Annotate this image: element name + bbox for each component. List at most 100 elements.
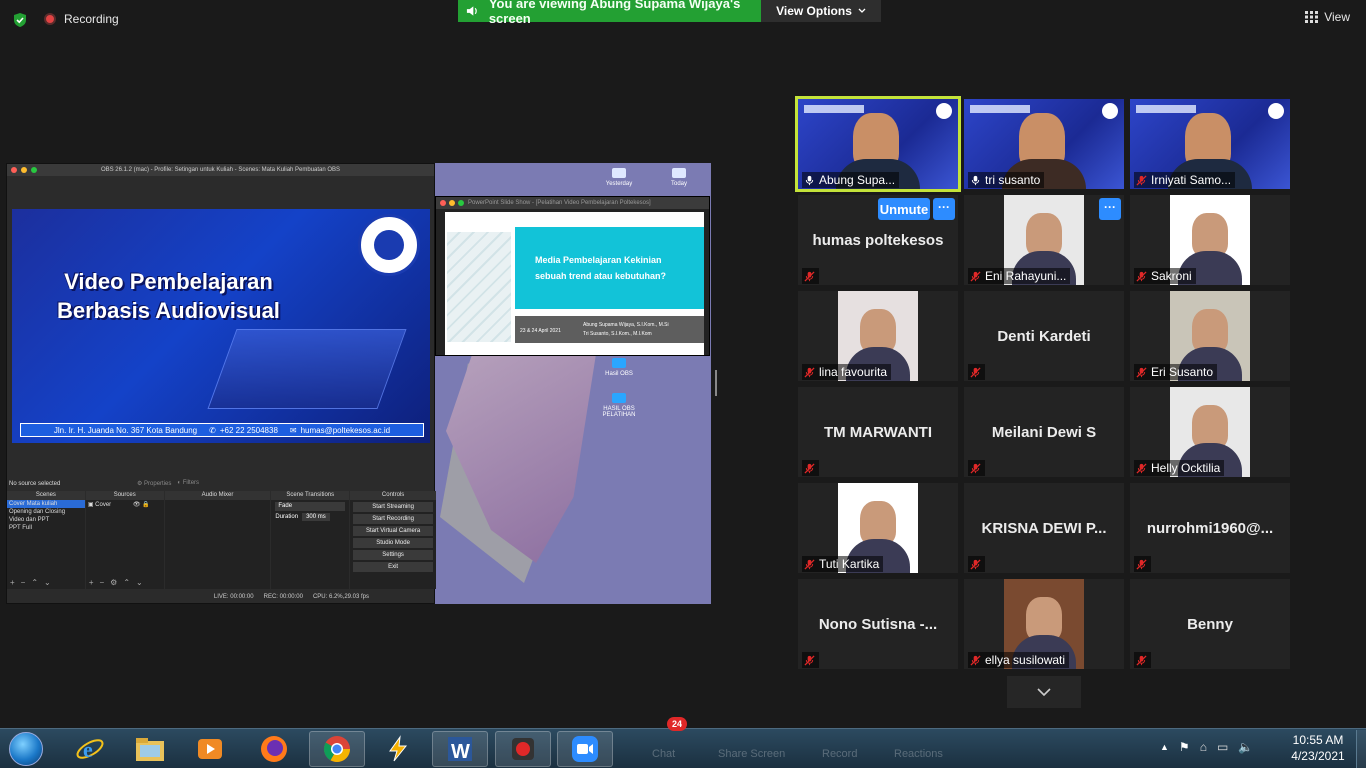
participant-tile[interactable]: ellya susilowati (964, 579, 1124, 669)
action-center-flag-icon[interactable]: ⚑ (1179, 740, 1190, 754)
minimize-icon[interactable] (449, 200, 455, 206)
close-icon[interactable] (11, 167, 17, 173)
scene-item[interactable]: PPT Full (7, 524, 85, 532)
participant-tile[interactable]: Abung Supa... (795, 96, 961, 192)
taskbar-zoom[interactable] (557, 731, 613, 767)
show-hidden-icons-icon[interactable]: ▲ (1160, 742, 1169, 752)
participant-tile[interactable]: Nono Sutisna -... (798, 579, 958, 669)
mail-icon: ✉ (289, 425, 297, 435)
chat-badge: 24 (667, 717, 687, 731)
view-options-label: View Options (776, 4, 852, 18)
taskbar-ie[interactable]: e (62, 731, 118, 767)
properties-button[interactable]: ⚙ Properties (137, 480, 171, 487)
obs-preview[interactable]: Video Pembelajaran Berbasis Audiovisual … (12, 209, 430, 443)
scene-item[interactable]: Cover Mata kuliah (7, 500, 85, 508)
participant-tile[interactable]: Tuti Kartika (798, 483, 958, 573)
folder-icon (612, 393, 626, 403)
controls-dock: Controls Start Streaming Start Recording… (350, 491, 436, 589)
eye-icon[interactable]: 👁 (133, 502, 141, 508)
up-icon[interactable]: ⌃ (31, 578, 38, 587)
desktop-icon-hasil-obs[interactable]: Hasil OBS (594, 358, 644, 377)
source-item[interactable]: ▣ Cover 👁 🔒 (86, 500, 164, 509)
volume-icon[interactable]: 🔈 (1238, 740, 1253, 754)
desktop-icon-today[interactable]: Today (654, 168, 704, 187)
view-options-button[interactable]: View Options (761, 0, 881, 22)
start-recording-button[interactable]: Start Recording (353, 514, 433, 524)
taskbar-word[interactable]: W (432, 731, 488, 767)
duration-input[interactable]: 300 ms (302, 513, 330, 521)
settings-button[interactable]: Settings (353, 550, 433, 560)
audio-mixer-header: Audio Mixer (164, 491, 271, 500)
filters-button[interactable]: ◐ Filters (177, 480, 199, 487)
participant-tile[interactable]: tri susanto (964, 99, 1124, 189)
minimize-icon[interactable] (21, 167, 27, 173)
participant-tile[interactable]: Benny (1130, 579, 1290, 669)
scene-item[interactable]: Opening dan Closing (7, 508, 85, 516)
ppt-title: PowerPoint Slide Show - [Pelatihan Video… (468, 200, 651, 206)
studio-mode-button[interactable]: Studio Mode (353, 538, 433, 548)
start-button[interactable] (6, 730, 46, 768)
scene-item[interactable]: Video dan PPT (7, 516, 85, 524)
participant-tile[interactable]: lina favourita (798, 291, 958, 381)
participant-tile[interactable]: Eri Susanto (1130, 291, 1290, 381)
add-icon[interactable]: + (89, 578, 94, 587)
participant-display-name: nurrohmi1960@... (1146, 519, 1274, 537)
mic-icon (805, 175, 814, 185)
add-icon[interactable]: + (10, 578, 15, 587)
maximize-icon[interactable] (458, 200, 464, 206)
taskbar-explorer[interactable] (122, 731, 178, 767)
more-options-button[interactable]: ··· (1099, 198, 1121, 220)
desktop-icon-hasil-obs-pelatihan[interactable]: HASIL OBS PELATIHAN (594, 393, 644, 418)
clock[interactable]: 10:55 AM 4/23/2021 (1283, 733, 1353, 763)
taskbar-winamp[interactable] (370, 731, 426, 767)
show-desktop-button[interactable] (1356, 730, 1366, 768)
participant-tile[interactable]: TM MARWANTI (798, 387, 958, 477)
security-shield-icon[interactable] (12, 12, 28, 28)
split-divider[interactable] (715, 370, 717, 396)
participant-tile[interactable]: Irniyati Samo... (1130, 99, 1290, 189)
down-icon[interactable]: ⌄ (44, 578, 51, 587)
participant-name-label: Sakroni (1134, 268, 1196, 284)
desktop-icon-yesterday[interactable]: Yesterday (594, 168, 644, 187)
obs-window: OBS 26.1.2 (mac) - Profile: Setingan unt… (6, 163, 436, 604)
start-virtual-camera-button[interactable]: Start Virtual Camera (353, 526, 433, 536)
viewing-banner-text: You are viewing Abung Supama Wijaya's sc… (488, 0, 741, 26)
view-button[interactable]: View (1305, 10, 1350, 24)
unmute-button[interactable]: Unmute (878, 198, 930, 220)
participant-tile[interactable]: Sakroni (1130, 195, 1290, 285)
muted-mic-icon (804, 462, 815, 474)
network-icon[interactable]: ▭ (1217, 740, 1228, 754)
usb-icon[interactable]: ⌂ (1200, 740, 1207, 754)
down-icon[interactable]: ⌄ (136, 578, 143, 587)
up-icon[interactable]: ⌃ (123, 578, 130, 587)
participant-tile[interactable]: nurrohmi1960@... (1130, 483, 1290, 573)
remove-icon[interactable]: − (99, 578, 104, 587)
slide[interactable]: Media Pembelajaran Kekinian sebuah trend… (445, 212, 704, 355)
transition-select[interactable]: Fade (275, 502, 346, 511)
taskbar-media-player[interactable] (182, 731, 238, 767)
close-icon[interactable] (440, 200, 446, 206)
poltekesos-logo-icon (358, 214, 420, 276)
recording-indicator[interactable]: Recording (44, 12, 119, 26)
taskbar-recorder[interactable] (495, 731, 551, 767)
participant-name-label (802, 268, 819, 284)
participant-tile[interactable]: Meilani Dewi S (964, 387, 1124, 477)
more-options-button[interactable]: ··· (933, 198, 955, 220)
participant-tile[interactable]: Helly Ocktilia (1130, 387, 1290, 477)
scenes-header: Scenes (7, 491, 85, 500)
scene-transitions-header: Scene Transitions (271, 491, 350, 500)
ppt-title-bar[interactable]: PowerPoint Slide Show - [Pelatihan Video… (436, 197, 709, 209)
participant-tile[interactable]: Denti Kardeti (964, 291, 1124, 381)
next-page-button[interactable] (1007, 676, 1081, 708)
taskbar-chrome[interactable] (309, 731, 365, 767)
exit-button[interactable]: Exit (353, 562, 433, 572)
start-streaming-button[interactable]: Start Streaming (353, 502, 433, 512)
remove-icon[interactable]: − (21, 578, 26, 587)
gear-icon[interactable]: ⚙ (110, 578, 117, 587)
participant-tile[interactable]: KRISNA DEWI P... (964, 483, 1124, 573)
taskbar-firefox[interactable] (246, 731, 302, 767)
maximize-icon[interactable] (31, 167, 37, 173)
participant-name: Eri Susanto (1151, 365, 1214, 379)
obs-title-bar[interactable]: OBS 26.1.2 (mac) - Profile: Setingan unt… (7, 164, 434, 176)
lock-icon[interactable]: 🔒 (142, 502, 149, 508)
